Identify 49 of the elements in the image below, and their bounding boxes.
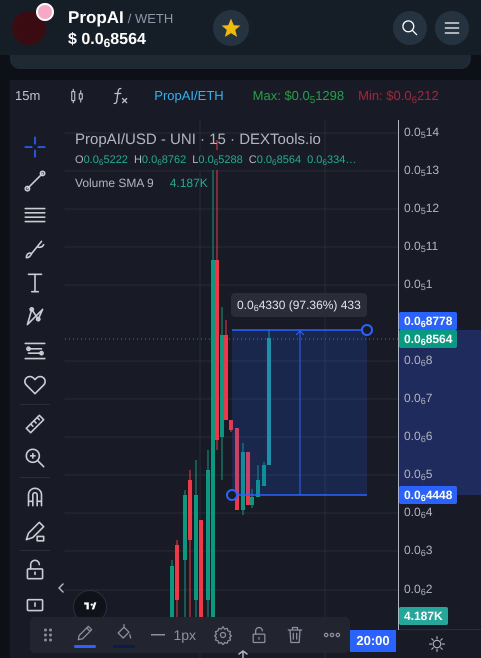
price-tick: 0.0$_{6}$8 xyxy=(404,352,432,369)
settings-icon[interactable] xyxy=(212,625,233,645)
price-tag: 4.187K xyxy=(399,607,448,625)
time-tag: 20:00 xyxy=(350,630,396,652)
price-tick: 0.0$_{5}$13 xyxy=(404,162,440,179)
line-width-button[interactable]: 1px xyxy=(151,624,196,646)
price-tick: 0.0$_{6}$7 xyxy=(404,390,432,407)
price-tick: 0.0$_{5}$14 xyxy=(404,124,440,141)
min-price: Min: $0.0$_{6}$212 xyxy=(358,87,439,106)
candle xyxy=(256,464,260,498)
token-name: PropAI xyxy=(68,6,124,29)
max-price: Max: $0.0$_{5}$1298 xyxy=(252,87,344,106)
favorite-button[interactable] xyxy=(213,10,250,46)
price-tag: 0.0$_{6}$4448 xyxy=(399,486,458,504)
volume-value: 4.187K xyxy=(170,175,208,192)
chart-title: PropAI/USD - UNI · 15 · DEXTools.io xyxy=(75,130,322,150)
price-tag: 0.0$_{6}$8564 xyxy=(399,330,458,348)
chevron-left-icon[interactable] xyxy=(58,583,64,593)
line-segment-icon[interactable] xyxy=(22,168,48,194)
arrow-up-icon xyxy=(237,650,249,658)
line-icon xyxy=(151,634,166,636)
brightness-icon[interactable] xyxy=(428,635,446,653)
pencil-icon[interactable] xyxy=(75,622,96,642)
measure-box[interactable] xyxy=(226,324,373,501)
pair-link[interactable]: PropAI/ETH xyxy=(154,86,224,106)
crosshair-icon[interactable] xyxy=(22,134,48,160)
price-tick: 0.0$_{6}$3 xyxy=(404,542,432,559)
price-tick: 0.0$_{6}$4 xyxy=(404,504,432,521)
chain-badge xyxy=(36,2,54,20)
star-icon xyxy=(221,18,242,38)
token-price: $ 0.0$_{6}$8564 xyxy=(68,30,147,50)
quote-token: / WETH xyxy=(128,10,174,28)
price-tick: 0.0$_{5}$1 xyxy=(404,276,432,293)
menu-button[interactable] xyxy=(435,10,469,44)
ohlc-value: L0.0$_{6}$5288 xyxy=(192,150,243,170)
price-tick: 0.0$_{5}$12 xyxy=(404,200,440,217)
price-tick: 0.0$_{6}$6 xyxy=(404,428,432,445)
search-icon xyxy=(400,18,420,38)
color-swatch[interactable] xyxy=(74,644,96,648)
measure-label: 0.0$_{6}$4330 (97.36%) 433 xyxy=(231,293,367,317)
search-button[interactable] xyxy=(393,10,427,44)
price-tick: 0.0$_{6}$2 xyxy=(404,581,432,598)
token-avatar xyxy=(12,10,46,44)
price-tick: 0.0$_{5}$11 xyxy=(404,238,438,255)
volume-label: Volume SMA 9 xyxy=(75,175,154,192)
interval-selector[interactable]: 15m xyxy=(15,86,40,106)
price-change: 0.0$_{6}$334… xyxy=(307,153,356,170)
price-tag: 0.0$_{6}$8778 xyxy=(399,312,458,330)
price-tick: 0.0$_{6}$5 xyxy=(404,466,432,483)
